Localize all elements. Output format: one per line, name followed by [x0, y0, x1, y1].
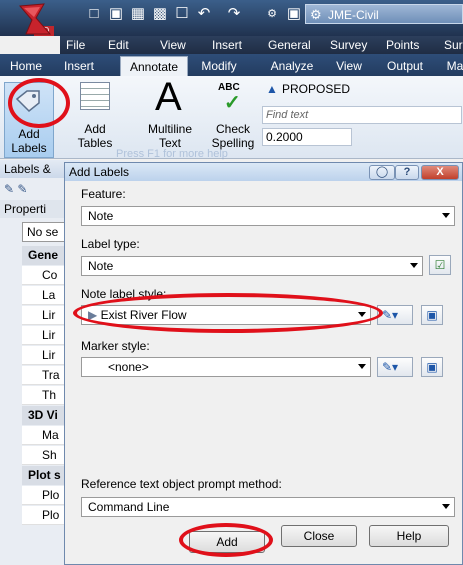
- marker-style-value: <none>: [108, 360, 149, 374]
- title-bar: 3D □ ▣ ▦ ▩ ☐ ↶ ↷ ⚙ ▣ ⚙ JME-Civil: [0, 0, 463, 36]
- menu-surfaces[interactable]: Sur: [444, 36, 463, 54]
- multiline-text-line1: Multiline: [147, 122, 192, 136]
- undo-icon[interactable]: ↶: [196, 6, 212, 22]
- tab-manage[interactable]: Ma: [440, 56, 463, 76]
- ref-prompt-label: Reference text object prompt method:: [81, 477, 282, 491]
- application-menu-button[interactable]: [14, 2, 58, 46]
- feature-value: Note: [88, 209, 114, 223]
- text-height-input[interactable]: 0.2000: [262, 128, 352, 146]
- feature-label: Feature:: [81, 187, 126, 201]
- find-text-input[interactable]: Find text: [262, 106, 462, 124]
- project-name-box[interactable]: ⚙ JME-Civil: [305, 4, 463, 24]
- text-style-value[interactable]: PROPOSED: [282, 82, 350, 96]
- menu-general[interactable]: General: [268, 36, 311, 54]
- chevron-down-icon: [442, 504, 450, 509]
- ribbon-tab-row: Home Insert Annotate Modify Analyze View…: [0, 54, 463, 76]
- ribbon-panel: Add Tables A Multiline Text ABC ✓ Check …: [0, 75, 463, 160]
- add-labels-line2: Labels: [11, 141, 47, 155]
- add-labels-text: Add Labels: [5, 127, 53, 155]
- close-button[interactable]: Close: [281, 525, 357, 547]
- tab-insert[interactable]: Insert: [56, 56, 102, 76]
- label-type-settings-icon[interactable]: ☑: [429, 255, 451, 275]
- dialog-title: Add Labels: [69, 165, 130, 179]
- toolspace-icon[interactable]: ▣: [286, 6, 302, 22]
- add-labels-line1: Add: [18, 127, 40, 141]
- tab-home[interactable]: Home: [4, 56, 48, 76]
- label-type-label: Label type:: [81, 237, 140, 251]
- add-tables-line2: Tables: [77, 136, 113, 150]
- add-tables-button[interactable]: Add Tables: [70, 122, 120, 150]
- workspace-icon[interactable]: ⚙: [262, 6, 282, 22]
- table-icon: [80, 82, 110, 110]
- menu-view[interactable]: View: [160, 36, 186, 54]
- project-name: JME-Civil: [328, 8, 379, 22]
- new-file-icon[interactable]: □: [86, 6, 102, 22]
- print-icon[interactable]: ▩: [152, 6, 168, 22]
- chevron-down-icon: [410, 263, 418, 268]
- label-type-combo[interactable]: Note: [81, 256, 423, 276]
- check-mark-icon: ✓: [224, 92, 241, 114]
- project-icon: ⚙: [310, 7, 322, 22]
- label-type-value: Note: [88, 259, 114, 273]
- feature-combo[interactable]: Note: [81, 206, 455, 226]
- chevron-down-icon: [358, 364, 366, 369]
- dialog-title-bar: Add Labels ◯ ? X: [65, 163, 462, 181]
- save-icon[interactable]: ▦: [130, 6, 146, 22]
- tab-view[interactable]: View: [328, 56, 370, 76]
- menu-survey[interactable]: Survey: [330, 36, 367, 54]
- multiline-text-icon: A: [155, 75, 182, 119]
- highlight-ring-add-labels: [8, 78, 70, 128]
- menu-points[interactable]: Points: [386, 36, 419, 54]
- help-button[interactable]: Help: [369, 525, 449, 547]
- marker-style-combo[interactable]: <none>: [81, 357, 371, 377]
- ghost-tooltip-text: Press F1 for more help: [116, 148, 228, 160]
- dialog-minimize-icon[interactable]: ◯: [369, 165, 395, 180]
- menu-file[interactable]: File: [66, 36, 85, 54]
- highlight-ring-note-style: [73, 293, 383, 333]
- check-spelling-button[interactable]: Check Spelling: [206, 122, 260, 150]
- dialog-help-icon[interactable]: ?: [395, 165, 419, 180]
- check-spelling-line1: Check: [215, 122, 250, 136]
- note-style-pick-icon[interactable]: ▣: [421, 305, 443, 325]
- chevron-down-icon: [442, 213, 450, 218]
- menu-edit[interactable]: Edit: [108, 36, 129, 54]
- plot-preview-icon[interactable]: ☐: [174, 6, 190, 22]
- tab-analyze[interactable]: Analyze: [262, 56, 322, 76]
- ref-prompt-combo[interactable]: Command Line: [81, 497, 455, 517]
- marker-style-edit-icon[interactable]: ✎▾: [377, 357, 413, 377]
- dialog-close-icon[interactable]: X: [421, 165, 459, 180]
- text-style-icon: ▲: [266, 82, 278, 96]
- ref-prompt-value: Command Line: [88, 500, 170, 514]
- marker-style-label: Marker style:: [81, 339, 150, 353]
- menu-insert[interactable]: Insert: [212, 36, 242, 54]
- highlight-ring-add-button: [179, 523, 273, 557]
- open-folder-icon[interactable]: ▣: [108, 6, 124, 22]
- tab-output[interactable]: Output: [378, 56, 432, 76]
- add-tables-line1: Add: [84, 122, 106, 136]
- redo-icon[interactable]: ↷: [226, 6, 242, 22]
- tab-annotate[interactable]: Annotate: [120, 56, 188, 76]
- menu-bar: File Edit View Insert General Survey Poi…: [60, 36, 463, 54]
- multiline-text-button[interactable]: Multiline Text: [140, 122, 200, 150]
- add-labels-dialog: Add Labels ◯ ? X Feature: Note Label typ…: [64, 162, 463, 565]
- palette-toolbar-icons[interactable]: ✎ ✎: [4, 182, 44, 198]
- marker-style-pick-icon[interactable]: ▣: [421, 357, 443, 377]
- note-style-edit-icon[interactable]: ✎▾: [377, 305, 413, 325]
- tab-modify[interactable]: Modify: [192, 56, 246, 76]
